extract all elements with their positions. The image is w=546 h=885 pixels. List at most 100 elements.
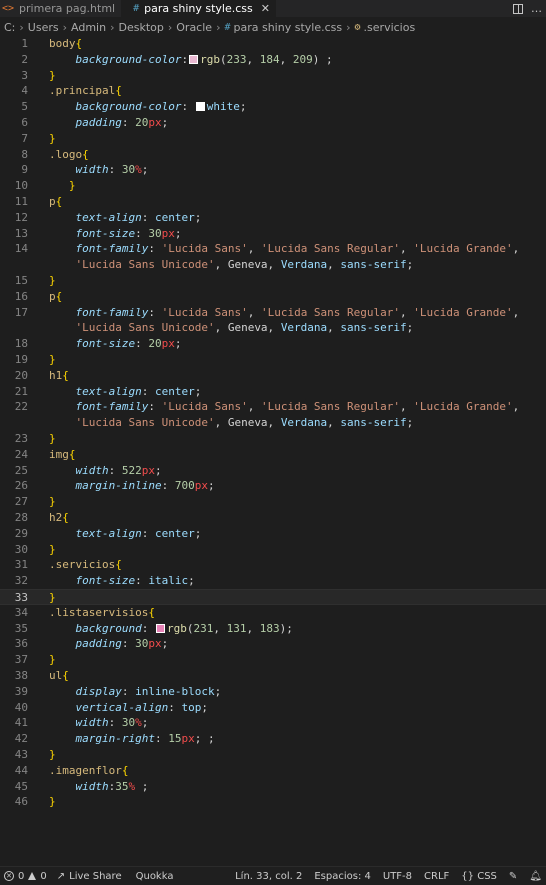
code-line[interactable]: 23}	[0, 431, 546, 447]
line-number: 34	[14, 605, 28, 619]
code-line[interactable]: 17 font-family: 'Lucida Sans', 'Lucida S…	[0, 305, 546, 321]
code-text: width: 30%;	[49, 715, 149, 731]
code-line[interactable]: 28 h2{	[0, 510, 546, 526]
code-line[interactable]: 20 h1{	[0, 368, 546, 384]
code-editor[interactable]: 1 body{2 background-color: rgb(233, 184, 2…	[0, 36, 546, 866]
warning-icon[interactable]	[28, 872, 37, 880]
line-number: 3	[21, 68, 28, 82]
code-token: :	[148, 242, 162, 256]
code-token: 'Lucida Sans'	[161, 305, 248, 319]
code-line[interactable]: 39 display: inline-block;	[0, 684, 546, 700]
quokka-button[interactable]: Quokka	[136, 871, 174, 882]
notifications-icon[interactable]: 🔔︎	[529, 871, 542, 882]
code-token: );	[279, 621, 293, 635]
code-line[interactable]: 16 p{	[0, 289, 546, 305]
code-line[interactable]: 43}	[0, 747, 546, 763]
color-swatch[interactable]	[155, 623, 165, 633]
code-line[interactable]: 34 .listaservisios{	[0, 605, 546, 621]
error-count[interactable]: 0	[18, 871, 24, 882]
code-line[interactable]: 15}	[0, 273, 546, 289]
code-token: ;	[188, 574, 195, 588]
breadcrumb-folder[interactable]: Oracle	[176, 21, 212, 34]
code-line[interactable]: 33}	[0, 589, 546, 605]
code-token: rgb	[200, 52, 220, 66]
code-line[interactable]: 18 font-size: 20px;	[0, 336, 546, 352]
breadcrumb-symbol[interactable]: .servicios	[364, 21, 416, 34]
code-line[interactable]: 21 text-align: center;	[0, 384, 546, 400]
code-token: 'Lucida Grande'	[413, 400, 513, 414]
code-line[interactable]: 5 background-color: white;	[0, 99, 546, 115]
breadcrumb-file[interactable]: para shiny style.css	[234, 21, 343, 34]
more-actions-icon[interactable]: …	[531, 2, 542, 15]
code-line[interactable]: 'Lucida Sans Unicode', Geneva, Verdana, …	[0, 257, 546, 273]
code-token: img	[49, 447, 69, 461]
breadcrumb-folder[interactable]: Admin	[71, 21, 106, 34]
code-token: width	[75, 163, 109, 177]
tab-para-shiny-style-css[interactable]: # para shiny style.css ✕	[121, 0, 276, 17]
live-share-button[interactable]: Live Share	[69, 871, 121, 882]
color-swatch[interactable]	[195, 102, 205, 112]
color-swatch[interactable]	[189, 54, 199, 64]
code-line[interactable]: 42 margin-right: 15px; ;	[0, 731, 546, 747]
code-line[interactable]: 13 font-size: 30px;	[0, 226, 546, 242]
code-line[interactable]: 19}	[0, 352, 546, 368]
code-line[interactable]: 38 ul{	[0, 668, 546, 684]
code-line[interactable]: 1 body{	[0, 36, 546, 52]
breadcrumb-folder[interactable]: Users	[28, 21, 59, 34]
warning-count[interactable]: 0	[40, 871, 46, 882]
code-token: padding	[75, 637, 122, 651]
language-mode[interactable]: {} CSS	[461, 871, 497, 882]
split-editor-icon[interactable]	[513, 3, 523, 14]
code-line[interactable]: 32 font-size: italic;	[0, 573, 546, 589]
code-line[interactable]: 25 width: 522px;	[0, 463, 546, 479]
code-line[interactable]: 'Lucida Sans Unicode', Geneva, Verdana, …	[0, 415, 546, 431]
code-token: }	[68, 179, 76, 193]
feedback-icon[interactable]: ✎	[509, 871, 517, 882]
code-line[interactable]: 4 .principal{	[0, 83, 546, 99]
code-line[interactable]: 36 padding: 30px;	[0, 636, 546, 652]
live-share-icon[interactable]: ↗	[57, 871, 65, 882]
code-line[interactable]: 46}	[0, 794, 546, 810]
code-line[interactable]: 45 width:35% ;	[0, 779, 546, 795]
code-line[interactable]: 'Lucida Sans Unicode', Geneva, Verdana, …	[0, 320, 546, 336]
line-number: 20	[14, 368, 28, 382]
cursor-position[interactable]: Lín. 33, col. 2	[235, 871, 302, 882]
code-line[interactable]: 35 background: rgb(231, 131, 183);	[0, 621, 546, 637]
code-line[interactable]: 31 .servicios{	[0, 557, 546, 573]
code-line[interactable]: 44 .imagenflor{	[0, 763, 546, 779]
code-line[interactable]: 7}	[0, 131, 546, 147]
code-token: :	[141, 526, 155, 540]
tab-primera-pag-html[interactable]: <> primera pag.html	[0, 0, 121, 17]
encoding[interactable]: UTF-8	[383, 871, 412, 882]
code-line[interactable]: 24 img{	[0, 447, 546, 463]
code-line[interactable]: 27}	[0, 494, 546, 510]
code-line[interactable]: 22 font-family: 'Lucida Sans', 'Lucida S…	[0, 399, 546, 415]
end-of-line[interactable]: CRLF	[424, 871, 449, 882]
code-line[interactable]: 8 .logo{	[0, 147, 546, 163]
breadcrumb-folder[interactable]: Desktop	[118, 21, 163, 34]
indentation[interactable]: Espacios: 4	[314, 871, 371, 882]
error-icon[interactable]: ✕	[4, 871, 14, 881]
code-line[interactable]: 10 }	[0, 178, 546, 194]
breadcrumb-drive[interactable]: C:	[4, 21, 15, 34]
code-token: :	[108, 716, 122, 730]
code-line[interactable]: 37}	[0, 652, 546, 668]
code-line[interactable]: 14 font-family: 'Lucida Sans', 'Lucida S…	[0, 241, 546, 257]
code-token: background	[75, 621, 142, 635]
code-line[interactable]: 2 background-color: rgb(233, 184, 209) ;	[0, 52, 546, 68]
code-line[interactable]: 9 width: 30%;	[0, 162, 546, 178]
code-token: :	[141, 384, 155, 398]
code-line[interactable]: 6 padding: 20px;	[0, 115, 546, 131]
code-token: {	[75, 37, 83, 50]
close-icon[interactable]: ✕	[261, 2, 270, 15]
code-line[interactable]: 3}	[0, 68, 546, 84]
code-line[interactable]: 12 text-align: center;	[0, 210, 546, 226]
code-line[interactable]: 30}	[0, 542, 546, 558]
code-line[interactable]: 41 width: 30%;	[0, 715, 546, 731]
code-token: sans-serif	[340, 321, 407, 335]
code-line[interactable]: 26 margin-inline: 700px;	[0, 478, 546, 494]
code-line[interactable]: 11 p{	[0, 194, 546, 210]
code-line[interactable]: 29 text-align: center;	[0, 526, 546, 542]
code-line[interactable]: 40 vertical-align: top;	[0, 700, 546, 716]
